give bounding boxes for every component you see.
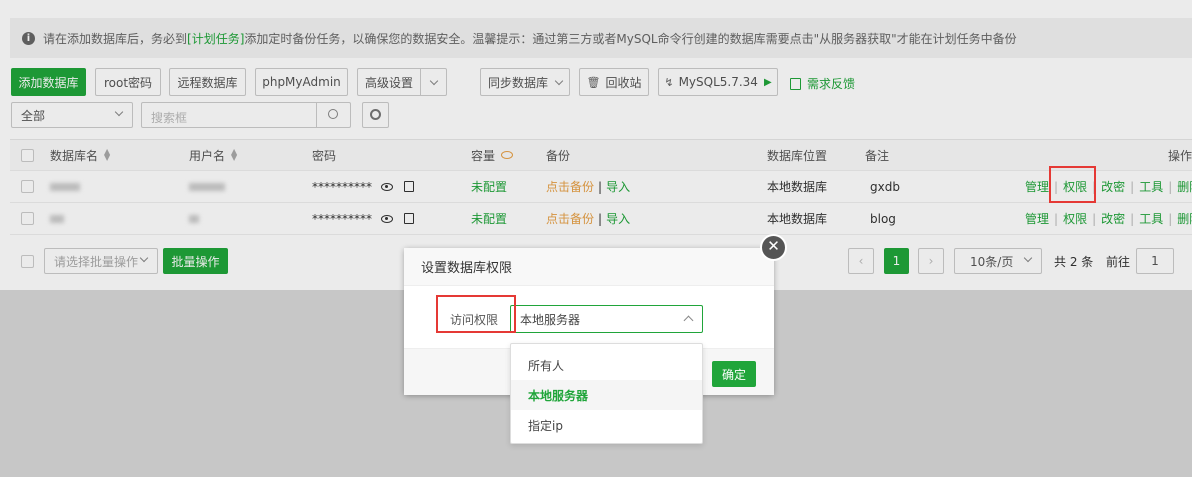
access-label-highlight-box: [436, 295, 516, 333]
dialog-title: 设置数据库权限: [404, 248, 774, 286]
chevron-up-icon: [683, 315, 694, 326]
close-icon[interactable]: ✕: [760, 234, 787, 261]
confirm-button[interactable]: 确定: [712, 361, 756, 387]
access-permission-dropdown: 所有人 本地服务器 指定ip: [510, 343, 703, 444]
access-permission-select[interactable]: 本地服务器: [510, 305, 703, 333]
permission-highlight-box: [1049, 166, 1096, 203]
modal-overlay-top: [0, 0, 1192, 290]
option-specified-ip[interactable]: 指定ip: [511, 410, 702, 440]
option-local-server[interactable]: 本地服务器: [511, 380, 702, 410]
option-everyone[interactable]: 所有人: [511, 350, 702, 380]
access-permission-value: 本地服务器: [520, 312, 581, 327]
